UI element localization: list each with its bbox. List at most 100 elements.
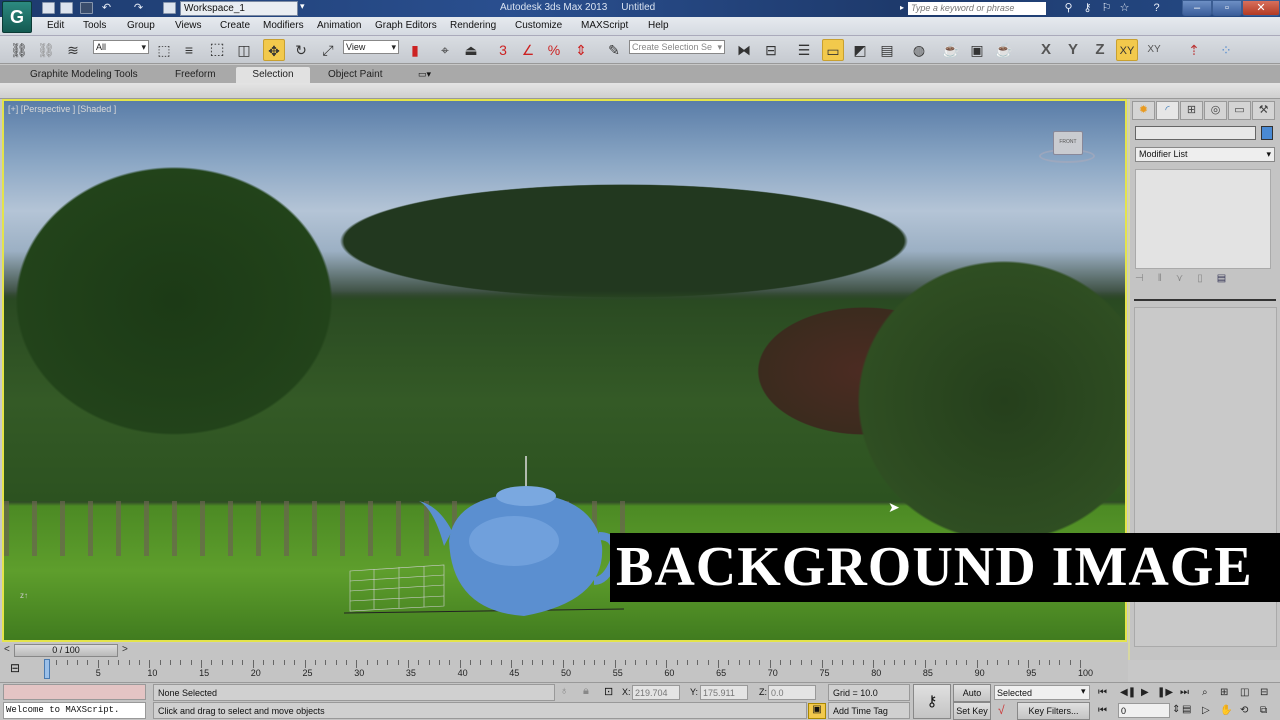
- align-icon[interactable]: ⊟: [760, 39, 782, 61]
- add-time-tag-button[interactable]: Add Time Tag: [828, 702, 910, 719]
- pin-stack-icon[interactable]: ⊣: [1135, 273, 1158, 284]
- menu-customize[interactable]: Customize: [515, 20, 562, 31]
- open-file-icon[interactable]: [60, 2, 73, 14]
- ribbon-options-icon[interactable]: ▭▾: [418, 69, 431, 80]
- pan-view-icon[interactable]: ✋: [1220, 705, 1232, 716]
- key-icon[interactable]: ⚷: [1081, 2, 1094, 14]
- object-color-swatch[interactable]: [1261, 126, 1273, 140]
- search-expand-icon[interactable]: ▸: [900, 3, 904, 12]
- play-icon[interactable]: ▶: [1141, 687, 1149, 698]
- selection-lock-icon[interactable]: 🔒︎: [583, 685, 589, 698]
- edit-named-selection-icon[interactable]: ✎: [603, 39, 625, 61]
- mirror-icon[interactable]: ⧓: [733, 39, 755, 61]
- key-mode-toggle-icon[interactable]: ⏮: [1098, 705, 1107, 716]
- x-coordinate-input[interactable]: 219.704: [632, 685, 680, 700]
- object-name-input[interactable]: [1135, 126, 1256, 140]
- rendered-frame-window-icon[interactable]: ▣: [966, 39, 988, 61]
- undo-icon[interactable]: ↶: [100, 2, 113, 14]
- search-input[interactable]: Type a keyword or phrase: [908, 2, 1046, 15]
- go-to-start-icon[interactable]: ⏮: [1098, 687, 1107, 698]
- manipulate-icon[interactable]: ⌖: [434, 39, 456, 61]
- select-by-name-icon[interactable]: ≡: [178, 39, 200, 61]
- previous-frame-icon[interactable]: ◀❚: [1120, 687, 1136, 698]
- auto-key-button[interactable]: Auto Key: [953, 684, 991, 714]
- viewcube[interactable]: FRONT: [1053, 131, 1083, 155]
- modifier-list-dropdown[interactable]: Modifier List: [1135, 147, 1275, 162]
- quick-access-menu-icon[interactable]: ▾: [300, 1, 305, 12]
- rectangular-selection-icon[interactable]: ⬚: [206, 39, 228, 61]
- render-production-icon[interactable]: ☕: [993, 39, 1015, 61]
- tab-object-paint[interactable]: Object Paint: [316, 67, 394, 83]
- redo-icon[interactable]: ↷: [132, 2, 145, 14]
- bind-to-space-warp-icon[interactable]: ≋: [62, 39, 84, 61]
- schematic-view-icon[interactable]: ▤: [876, 39, 898, 61]
- axis-z-button[interactable]: Z: [1089, 39, 1111, 61]
- pivot-center-icon[interactable]: ▮: [404, 39, 426, 61]
- render-setup-icon[interactable]: ☕: [940, 39, 962, 61]
- menu-graph-editors[interactable]: Graph Editors: [375, 20, 437, 31]
- spinner-snap-icon[interactable]: ⇕: [570, 39, 592, 61]
- snaps-toggle-icon[interactable]: 3: [492, 39, 514, 61]
- display-tab-icon[interactable]: ▭: [1228, 101, 1251, 120]
- time-configuration-icon[interactable]: ▤: [1182, 704, 1191, 715]
- layer-manager-icon[interactable]: ☰: [793, 39, 815, 61]
- select-and-scale-icon[interactable]: ⤢: [317, 39, 339, 61]
- zoom-extents-icon[interactable]: ◫: [1240, 687, 1249, 698]
- extrude-icon[interactable]: ⇡: [1183, 39, 1205, 61]
- time-tag-icon[interactable]: ▣: [808, 703, 826, 719]
- absolute-mode-icon[interactable]: ⊡: [604, 685, 613, 698]
- window-crossing-icon[interactable]: ◫: [233, 39, 255, 61]
- select-and-link-icon[interactable]: ⛓: [8, 39, 30, 61]
- menu-animation[interactable]: Animation: [317, 20, 361, 31]
- teapot[interactable]: [344, 451, 644, 642]
- menu-create[interactable]: Create: [220, 20, 250, 31]
- named-selection-dropdown[interactable]: Create Selection Se: [629, 40, 725, 54]
- maximize-viewport-icon[interactable]: ⧉: [1260, 705, 1267, 716]
- axis-x-button[interactable]: X: [1035, 39, 1057, 61]
- angle-snap-icon[interactable]: ∠: [517, 39, 539, 61]
- next-frame-icon[interactable]: ❚▶: [1157, 687, 1173, 698]
- utilities-tab-icon[interactable]: ⚒: [1252, 101, 1275, 120]
- configure-modifier-sets-icon[interactable]: ▤: [1217, 273, 1240, 284]
- modifier-stack[interactable]: [1135, 169, 1271, 269]
- zoom-all-icon[interactable]: ⊞: [1220, 687, 1228, 698]
- set-key-mode-key-icon[interactable]: ⚷: [913, 684, 951, 719]
- default-tangent-icon[interactable]: √: [998, 703, 1005, 717]
- hierarchy-tab-icon[interactable]: ⊞: [1180, 101, 1203, 120]
- select-and-move-icon[interactable]: ✥: [263, 39, 285, 61]
- maxscript-listener-input[interactable]: [3, 684, 146, 700]
- orbit-icon[interactable]: ⟲: [1240, 705, 1248, 716]
- z-coordinate-input[interactable]: 0.0: [768, 685, 816, 700]
- prev-frame-button[interactable]: <: [4, 644, 10, 655]
- minimize-button[interactable]: –: [1182, 0, 1212, 16]
- tab-freeform[interactable]: Freeform: [163, 67, 228, 83]
- track-bar[interactable]: ⊟ 05101520253035404550556065707580859095…: [0, 658, 1128, 682]
- menu-edit[interactable]: Edit: [47, 20, 64, 31]
- curve-editor-mini-icon[interactable]: ⊟: [10, 661, 20, 675]
- maximize-button[interactable]: ▫: [1212, 0, 1242, 16]
- reference-coordinate-dropdown[interactable]: View: [343, 40, 399, 54]
- application-menu-logo[interactable]: G: [2, 1, 32, 33]
- menu-group[interactable]: Group: [127, 20, 155, 31]
- menu-rendering[interactable]: Rendering: [450, 20, 496, 31]
- remove-modifier-icon[interactable]: ▯: [1197, 273, 1217, 284]
- create-tab-icon[interactable]: ✹: [1132, 101, 1155, 120]
- isolate-icon[interactable]: ♁: [560, 685, 568, 697]
- go-to-end-icon[interactable]: ⏭: [1180, 687, 1189, 698]
- close-button[interactable]: ✕: [1242, 0, 1280, 16]
- y-coordinate-input[interactable]: 175.911: [700, 685, 748, 700]
- maxscript-output[interactable]: Welcome to MAXScript.: [3, 702, 146, 719]
- field-of-view-icon[interactable]: ▷: [1202, 705, 1210, 716]
- chevron-down-icon[interactable]: ▾: [1081, 686, 1086, 697]
- particle-icon[interactable]: ⁘: [1215, 39, 1237, 61]
- material-editor-icon[interactable]: ◍: [908, 39, 930, 61]
- current-frame-marker[interactable]: [44, 659, 50, 679]
- new-file-icon[interactable]: [42, 2, 55, 14]
- menu-views[interactable]: Views: [175, 20, 202, 31]
- modify-tab-icon[interactable]: ◜: [1156, 101, 1179, 120]
- zoom-icon[interactable]: ⌕: [1202, 687, 1208, 698]
- percent-snap-icon[interactable]: %: [543, 39, 565, 61]
- menu-maxscript[interactable]: MAXScript: [581, 20, 628, 31]
- selection-filter-dropdown[interactable]: All: [93, 40, 149, 54]
- graphite-toggle-icon[interactable]: ▭: [822, 39, 844, 61]
